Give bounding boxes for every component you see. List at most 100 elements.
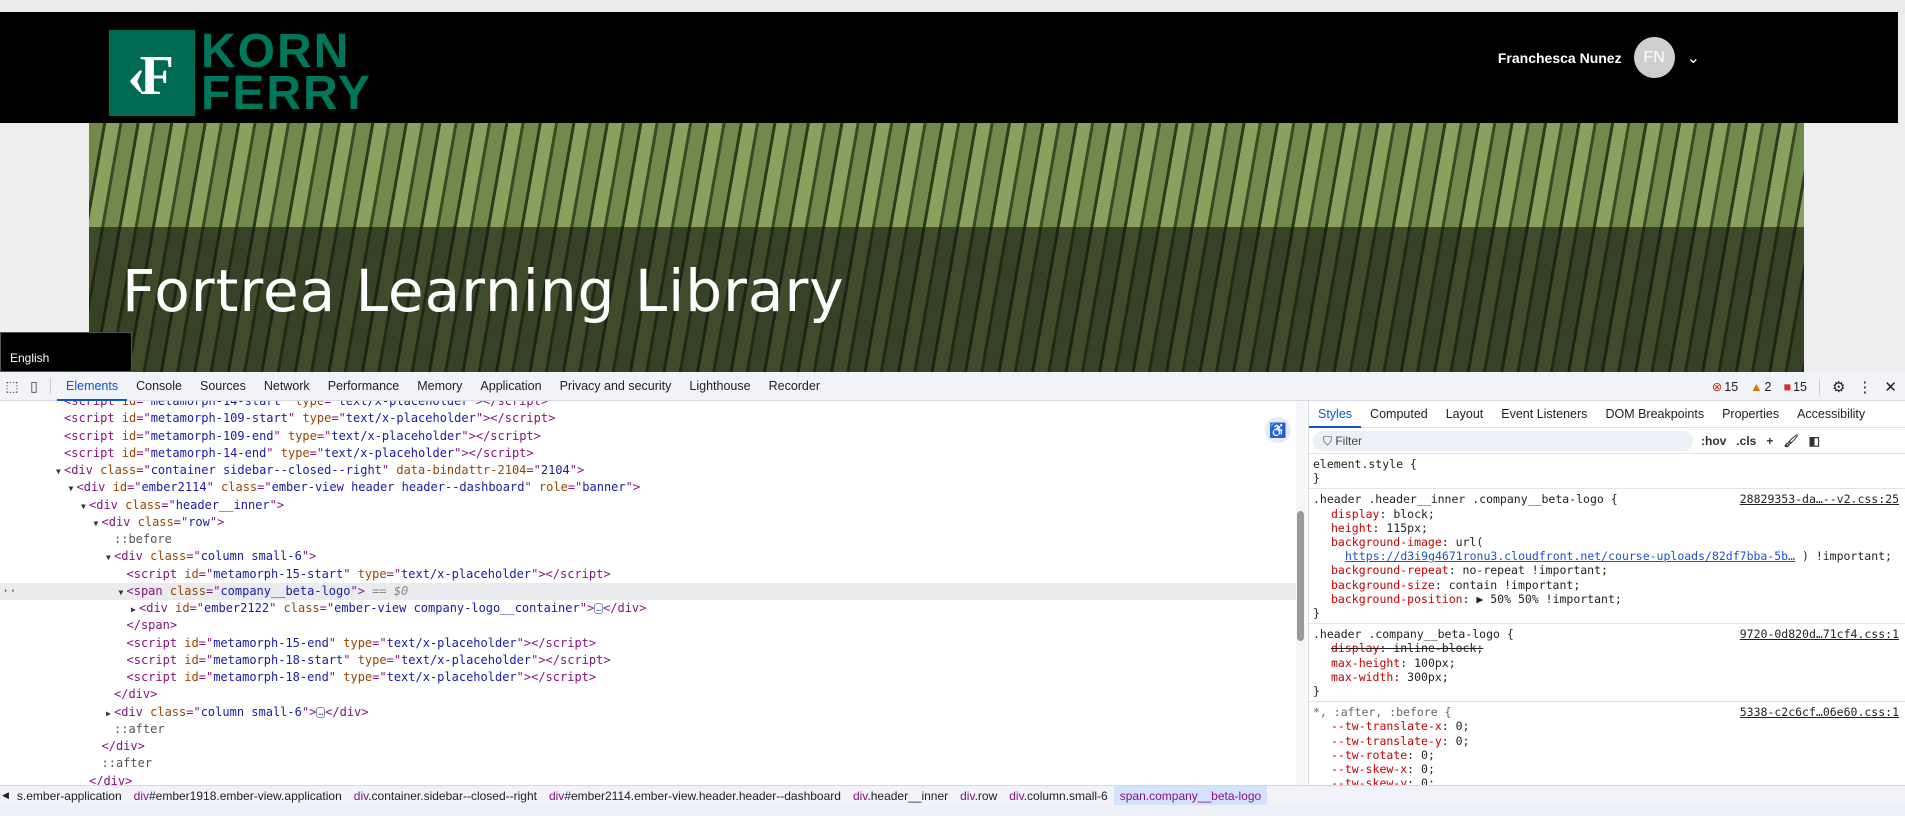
rule-source-link[interactable]: 9720-0d820d…71cf4.css:1 — [1740, 627, 1899, 641]
collapsed-children-icon[interactable]: … — [594, 603, 604, 614]
tab-privacy-and-security[interactable]: Privacy and security — [551, 372, 681, 401]
dom-node-row[interactable]: </div> — [0, 773, 1300, 787]
dom-node-row[interactable]: </div> — [0, 738, 1300, 755]
breadcrumb-item[interactable]: div.row — [954, 786, 1003, 805]
css-declaration[interactable]: --tw-skew-x: 0; — [1313, 762, 1901, 776]
expand-triangle-closed-icon[interactable]: ▶ — [106, 705, 114, 722]
rule-source-link[interactable]: 28829353-da…--v2.css:25 — [1740, 492, 1899, 506]
tab-performance[interactable]: Performance — [319, 372, 409, 401]
css-declaration[interactable]: https://d3i9g4671ronu3.cloudfront.net/co… — [1313, 549, 1901, 563]
close-icon[interactable]: ✕ — [1884, 378, 1897, 396]
styles-tab-layout[interactable]: Layout — [1437, 401, 1493, 428]
css-declaration[interactable]: display: block; — [1313, 507, 1901, 521]
dom-node-row[interactable]: <script id="metamorph-18-end" type="text… — [0, 669, 1300, 686]
css-declaration[interactable]: max-width: 300px; — [1313, 670, 1901, 684]
avatar[interactable]: FN — [1633, 37, 1675, 78]
expand-triangle-open-icon[interactable]: ▼ — [94, 515, 102, 532]
rule-selector[interactable]: element.style { — [1313, 457, 1901, 471]
warning-count[interactable]: ▲ 2 — [1750, 380, 1771, 394]
paint-brush-icon[interactable]: 🖌 — [1783, 434, 1798, 448]
styles-tab-computed[interactable]: Computed — [1361, 401, 1437, 428]
css-declaration[interactable]: --tw-translate-x: 0; — [1313, 719, 1901, 733]
css-declaration[interactable]: background-image: url( — [1313, 535, 1901, 549]
more-options-icon[interactable]: ⋮ — [1857, 378, 1872, 396]
dom-node-row[interactable]: <script id="metamorph-18-start" type="te… — [0, 652, 1300, 669]
new-rule-button[interactable]: + — [1766, 434, 1773, 448]
tab-elements[interactable]: Elements — [57, 372, 128, 401]
tab-application[interactable]: Application — [471, 372, 550, 401]
row-actions-icon[interactable]: ·· — [2, 583, 16, 600]
background-image-url-link[interactable]: https://d3i9g4671ronu3.cloudfront.net/co… — [1345, 549, 1795, 563]
accessibility-tree-toggle-icon[interactable]: ♿ — [1265, 417, 1291, 443]
expand-triangle-open-icon[interactable]: ▼ — [69, 480, 77, 497]
dom-node-row[interactable]: </div> — [0, 686, 1300, 703]
dom-tree[interactable]: <script id="metamorph-14-start" type="te… — [0, 401, 1300, 786]
dom-node-row[interactable]: <script id="metamorph-14-start" type="te… — [0, 401, 1300, 410]
tab-sources[interactable]: Sources — [191, 372, 255, 401]
device-toolbar-icon[interactable]: ▯ — [24, 376, 44, 396]
css-declaration[interactable]: display: inline-block; — [1313, 641, 1901, 655]
tab-memory[interactable]: Memory — [408, 372, 471, 401]
breadcrumb-item[interactable]: span.company__beta-logo — [1113, 786, 1268, 805]
breadcrumb-item[interactable]: div#ember1918.ember-view.application — [128, 786, 348, 805]
expand-triangle-open-icon[interactable]: ▼ — [81, 498, 89, 515]
styles-tab-dom-breakpoints[interactable]: DOM Breakpoints — [1596, 401, 1713, 428]
dom-scrollbar[interactable] — [1296, 401, 1306, 786]
breadcrumb-item[interactable]: div.header__inner — [847, 786, 954, 805]
tab-lighthouse[interactable]: Lighthouse — [680, 372, 759, 401]
breadcrumb-scroll-left-icon[interactable]: ◀ — [0, 790, 11, 801]
dom-node-row[interactable]: ::after — [0, 755, 1300, 772]
dom-node-row[interactable]: ▼ <div id="ember2114" class="ember-view h… — [0, 479, 1300, 496]
hov-toggle[interactable]: :hov — [1701, 434, 1726, 448]
css-declaration[interactable]: background-position: ▶ 50% 50% !importan… — [1313, 592, 1901, 606]
toggle-sidebar-icon[interactable]: ◧ — [1809, 434, 1820, 448]
dom-node-row[interactable]: ▼ <div class="column small-6"> — [0, 548, 1300, 565]
inspect-element-icon[interactable]: ⬚ — [2, 376, 22, 396]
styles-tab-properties[interactable]: Properties — [1713, 401, 1788, 428]
korn-ferry-logo[interactable]: ‹F KORN FERRY — [109, 28, 372, 118]
breadcrumb-item[interactable]: div.container.sidebar--closed--right — [348, 786, 543, 805]
dom-node-row[interactable]: ▼ <div class="row"> — [0, 514, 1300, 531]
error-count[interactable]: ⊗ 15 — [1712, 379, 1738, 395]
dom-node-row[interactable]: ▼ <div class="container sidebar--closed--… — [0, 462, 1300, 479]
css-declaration[interactable]: --tw-translate-y: 0; — [1313, 734, 1901, 748]
styles-tab-accessibility[interactable]: Accessibility — [1788, 401, 1874, 428]
rule-source-link[interactable]: 5338-c2c6cf…06e60.css:1 — [1740, 705, 1899, 719]
dom-node-row[interactable]: ::before — [0, 531, 1300, 548]
styles-tab-event-listeners[interactable]: Event Listeners — [1492, 401, 1596, 428]
tab-console[interactable]: Console — [127, 372, 191, 401]
dom-node-row[interactable]: ▼ <div class="header__inner"> — [0, 497, 1300, 514]
dom-node-row[interactable]: ▶ <div class="column small-6">… </div> — [0, 704, 1300, 721]
language-selector[interactable]: English — [0, 332, 132, 372]
css-declaration[interactable]: max-height: 100px; — [1313, 656, 1901, 670]
styles-tab-styles[interactable]: Styles — [1309, 401, 1362, 428]
dom-node-row[interactable]: <script id="metamorph-109-end" type="tex… — [0, 428, 1300, 445]
chevron-down-icon[interactable]: ⌄ — [1687, 48, 1700, 68]
expand-triangle-closed-icon[interactable]: ▶ — [131, 601, 139, 618]
breadcrumb-item[interactable]: div#ember2114.ember-view.header.header--… — [543, 786, 847, 805]
dom-node-row[interactable]: ·· ▼ <span class="company__beta-logo"> == … — [0, 582, 1300, 601]
expand-triangle-open-icon[interactable]: ▼ — [119, 584, 127, 601]
css-declaration[interactable]: height: 115px; — [1313, 521, 1901, 535]
css-declaration[interactable]: --tw-rotate: 0; — [1313, 748, 1901, 762]
expand-triangle-open-icon[interactable]: ▼ — [56, 463, 64, 480]
breadcrumb-item[interactable]: s.ember-application — [11, 786, 128, 805]
styles-filter-input[interactable]: ⛉ Filter — [1313, 430, 1693, 451]
issues-count[interactable]: ■ 15 — [1784, 380, 1807, 394]
user-menu[interactable]: Franchesca Nunez FN ⌄ — [1498, 37, 1700, 78]
css-declaration[interactable]: background-size: contain !important; — [1313, 578, 1901, 592]
dom-node-row[interactable]: ▶ <div id="ember2122" class="ember-view c… — [0, 600, 1300, 617]
expand-triangle-open-icon[interactable]: ▼ — [106, 549, 114, 566]
settings-gear-icon[interactable]: ⚙ — [1832, 378, 1845, 396]
tab-network[interactable]: Network — [255, 372, 319, 401]
dom-node-row[interactable]: <script id="metamorph-14-end" type="text… — [0, 445, 1300, 462]
collapsed-children-icon[interactable]: … — [316, 706, 326, 718]
dom-node-row[interactable]: <script id="metamorph-15-end" type="text… — [0, 635, 1300, 652]
css-declaration[interactable]: background-repeat: no-repeat !important; — [1313, 563, 1901, 577]
tab-recorder[interactable]: Recorder — [760, 372, 829, 401]
cls-toggle[interactable]: .cls — [1736, 434, 1756, 448]
dom-node-row[interactable]: </span> — [0, 617, 1300, 634]
breadcrumb-item[interactable]: div.column.small-6 — [1003, 786, 1113, 805]
page-scrollbar[interactable] — [1898, 12, 1905, 372]
dom-node-row[interactable]: ::after — [0, 721, 1300, 738]
